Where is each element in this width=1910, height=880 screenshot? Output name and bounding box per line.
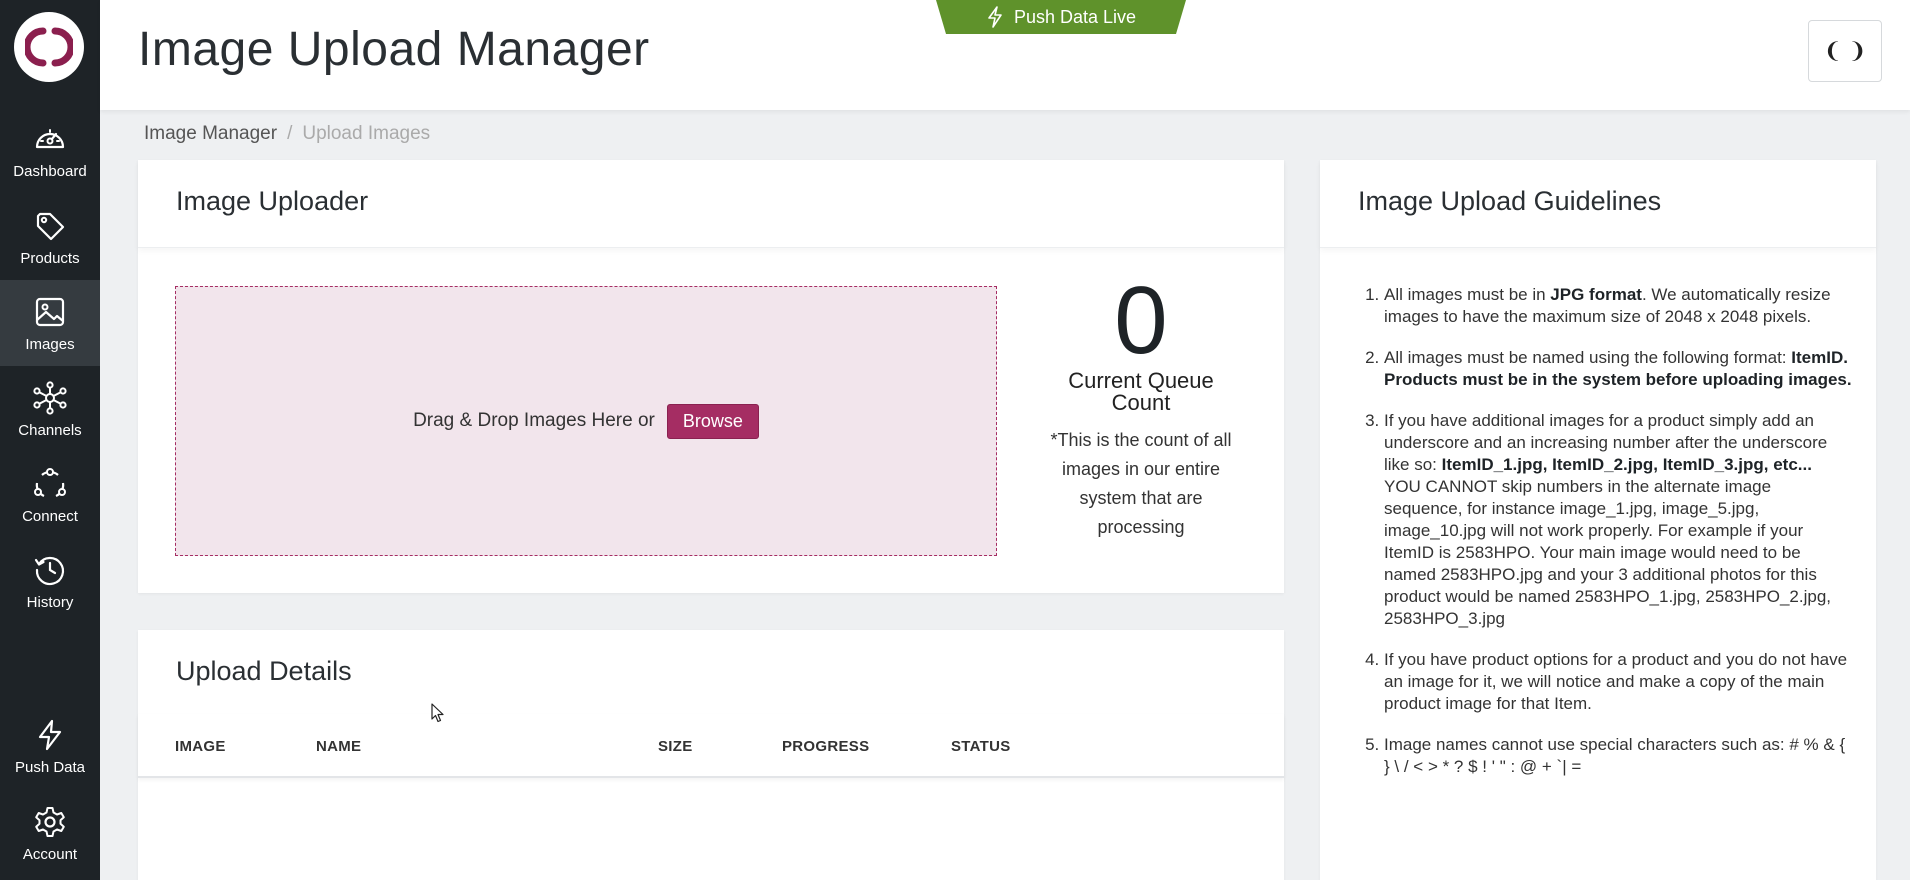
sidebar: Dashboard Products Images Channels Conne…: [0, 0, 100, 880]
header-action-label: ❨ ❩: [1823, 38, 1867, 63]
sidebar-item-label: Connect: [22, 507, 78, 525]
sidebar-item-label: Images: [25, 335, 75, 353]
queue-count-label: Current Queue Count: [1068, 368, 1214, 415]
browse-button[interactable]: Browse: [666, 403, 759, 439]
guideline-text: All images must be named using the follo…: [1384, 348, 1792, 367]
page-title: Image Upload Manager: [138, 23, 650, 76]
queue-counter: 0 Current Queue Count *This is the count…: [1044, 267, 1238, 542]
upload-table-header: IMAGE NAME SIZE PROGRESS STATUS: [138, 714, 1284, 778]
breadcrumb: Image Manager / Upload Images: [144, 123, 430, 145]
guideline-item: All images must be named using the follo…: [1384, 347, 1852, 391]
sidebar-item-label: Push Data: [14, 758, 86, 776]
guideline-item: All images must be in JPG format. We aut…: [1384, 284, 1852, 328]
brand-logo-icon: [25, 27, 73, 67]
push-data-live-label: Push Data Live: [1013, 6, 1137, 27]
sidebar-item-channels[interactable]: Channels: [0, 366, 100, 452]
image-icon: [35, 297, 65, 326]
sidebar-item-dashboard[interactable]: Dashboard: [0, 107, 100, 193]
card-header: Upload Details: [138, 630, 1284, 714]
image-uploader-title: Image Uploader: [176, 186, 369, 216]
history-icon: [34, 556, 64, 585]
connect-icon: [34, 467, 66, 497]
sidebar-item-label: Account: [22, 845, 78, 863]
guidelines-list: All images must be in JPG format. We aut…: [1358, 284, 1852, 797]
sidebar-item-products[interactable]: Products: [0, 194, 100, 280]
push-data-live-button[interactable]: Push Data Live: [936, 0, 1186, 34]
guideline-item: If you have product options for a produc…: [1384, 649, 1852, 715]
sidebar-item-account[interactable]: Account: [0, 790, 100, 876]
dashboard-gauge-icon: [35, 128, 65, 148]
guideline-item: If you have additional images for a prod…: [1384, 410, 1852, 630]
guideline-text: All images must be in: [1384, 285, 1551, 304]
network-icon: [33, 380, 67, 415]
queue-count-value: 0: [1114, 267, 1168, 374]
mouse-cursor-icon: [431, 703, 444, 723]
guideline-item: Image names cannot use special character…: [1384, 734, 1852, 778]
guideline-text: YOU CANNOT skip numbers in the alternate…: [1384, 477, 1832, 628]
column-header-name: NAME: [316, 738, 362, 755]
brand-logo[interactable]: [14, 12, 84, 82]
card-header: Image Upload Guidelines: [1320, 160, 1876, 248]
breadcrumb-separator: /: [287, 123, 293, 144]
upload-details-card: Upload Details IMAGE NAME SIZE PROGRESS …: [138, 630, 1284, 880]
sidebar-item-label: Dashboard: [13, 162, 87, 180]
sidebar-item-push-data[interactable]: Push Data: [0, 703, 100, 789]
column-header-progress: PROGRESS: [782, 738, 870, 755]
guidelines-title: Image Upload Guidelines: [1358, 186, 1662, 216]
guideline-emphasis: ItemID_1.jpg, ItemID_2.jpg, ItemID_3.jpg…: [1441, 455, 1812, 474]
sidebar-item-label: History: [26, 593, 74, 611]
sidebar-item-connect[interactable]: Connect: [0, 452, 100, 538]
breadcrumb-parent-link[interactable]: Image Manager: [144, 123, 277, 144]
guideline-text: Image names cannot use special character…: [1384, 735, 1846, 776]
guideline-emphasis: JPG format: [1550, 285, 1642, 304]
lightning-icon: [988, 6, 1002, 28]
image-dropzone[interactable]: Drag & Drop Images Here or Browse: [175, 286, 997, 556]
queue-count-note: *This is the count of all images in our …: [1050, 430, 1232, 537]
lightning-icon: [38, 719, 62, 750]
column-header-image: IMAGE: [175, 738, 226, 755]
dropzone-text: Drag & Drop Images Here or: [413, 410, 655, 431]
column-header-status: STATUS: [951, 738, 1011, 755]
sidebar-item-images[interactable]: Images: [0, 280, 100, 366]
sidebar-item-history[interactable]: History: [0, 538, 100, 624]
guideline-text: If you have product options for a produc…: [1384, 650, 1848, 713]
upload-details-title: Upload Details: [176, 656, 352, 686]
breadcrumb-current: Upload Images: [302, 123, 431, 144]
image-uploader-card: Image Uploader Drag & Drop Images Here o…: [138, 160, 1284, 593]
column-header-size: SIZE: [658, 738, 693, 755]
sidebar-item-label: Channels: [18, 421, 82, 439]
gear-icon: [35, 806, 65, 837]
top-header: Image Upload Manager Push Data Live ❨ ❩: [100, 0, 1910, 110]
upload-guidelines-card: Image Upload Guidelines All images must …: [1320, 160, 1876, 880]
card-header: Image Uploader: [138, 160, 1284, 248]
header-action-button[interactable]: ❨ ❩: [1808, 20, 1882, 82]
tag-icon: [36, 212, 65, 240]
sidebar-item-label: Products: [20, 249, 80, 267]
